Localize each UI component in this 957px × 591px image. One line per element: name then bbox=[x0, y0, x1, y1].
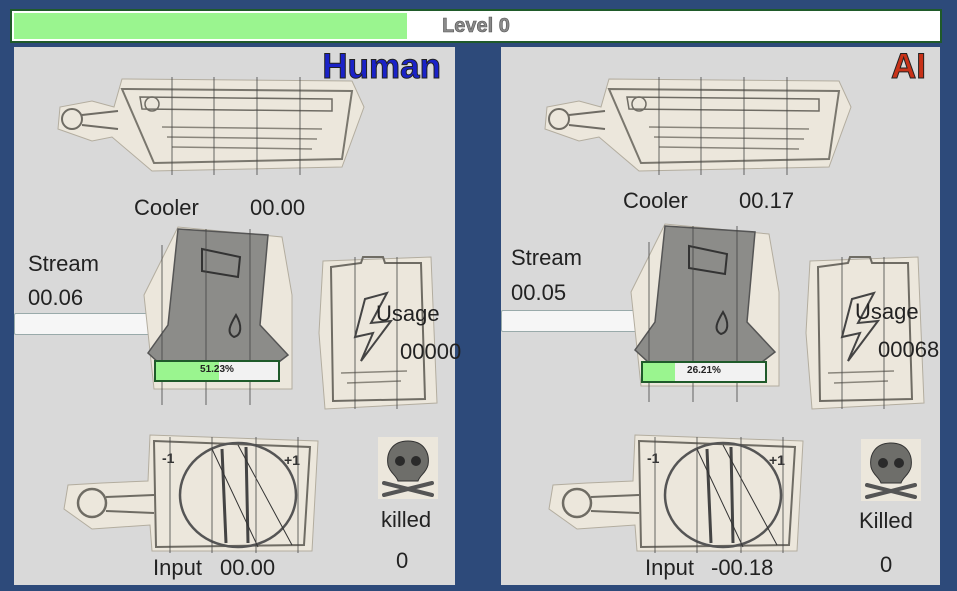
ai-killed-label: Killed bbox=[859, 508, 913, 533]
human-panel: Human Cooler 00.00 Stream 00.06 51.23% U… bbox=[14, 47, 461, 585]
skull-crossbones-icon bbox=[861, 439, 921, 501]
ai-killed-count: 0 bbox=[880, 552, 893, 577]
human-usage-value: 00000 bbox=[400, 339, 462, 364]
svg-text:-1: -1 bbox=[162, 450, 175, 466]
cooler-sketch-icon bbox=[544, 77, 852, 175]
human-killed-count: 0 bbox=[396, 548, 409, 573]
ai-input-label: Input bbox=[645, 555, 694, 580]
ai-stream-value: 00.05 bbox=[511, 280, 567, 305]
human-cooler-value: 00.00 bbox=[250, 195, 306, 220]
human-input-label: Input bbox=[153, 555, 202, 580]
ai-usage-label: Usage bbox=[855, 299, 919, 324]
human-stream-value: 00.06 bbox=[28, 285, 84, 310]
input-dial-sketch-icon: -1 +1 bbox=[548, 434, 804, 553]
ai-heater-progress: 26.21% bbox=[641, 361, 767, 383]
battery-sketch-icon bbox=[318, 256, 438, 410]
ai-cooler-label: Cooler bbox=[623, 188, 688, 213]
svg-text:-1: -1 bbox=[647, 450, 660, 466]
ai-stream-label: Stream bbox=[511, 245, 582, 270]
ai-heater-percent: 26.21% bbox=[687, 365, 721, 376]
human-heater-progress: 51.23% bbox=[154, 360, 280, 382]
human-stream-label: Stream bbox=[28, 251, 99, 276]
ai-cooler-value: 00.17 bbox=[739, 188, 795, 213]
skull-crossbones-icon bbox=[378, 437, 438, 499]
human-input-value: 00.00 bbox=[220, 555, 276, 580]
cooler-sketch-icon bbox=[57, 77, 365, 175]
level-label: Level 0 bbox=[442, 15, 510, 38]
human-killed-label: killed bbox=[381, 507, 432, 532]
battery-sketch-icon bbox=[805, 256, 925, 410]
ai-panel: AI Cooler 00.17 Stream 00.05 26.21% Usag… bbox=[501, 47, 940, 585]
ai-input-value: -00.18 bbox=[711, 555, 774, 580]
level-progress-bar: Level 0 bbox=[10, 9, 942, 43]
ai-title: AI bbox=[891, 47, 927, 87]
human-cooler-label: Cooler bbox=[134, 195, 199, 220]
human-heater-percent: 51.23% bbox=[200, 364, 234, 375]
input-dial-sketch-icon: -1 +1 bbox=[63, 434, 319, 553]
ai-usage-value: 00068 bbox=[878, 337, 940, 362]
human-usage-label: Usage bbox=[376, 301, 440, 326]
